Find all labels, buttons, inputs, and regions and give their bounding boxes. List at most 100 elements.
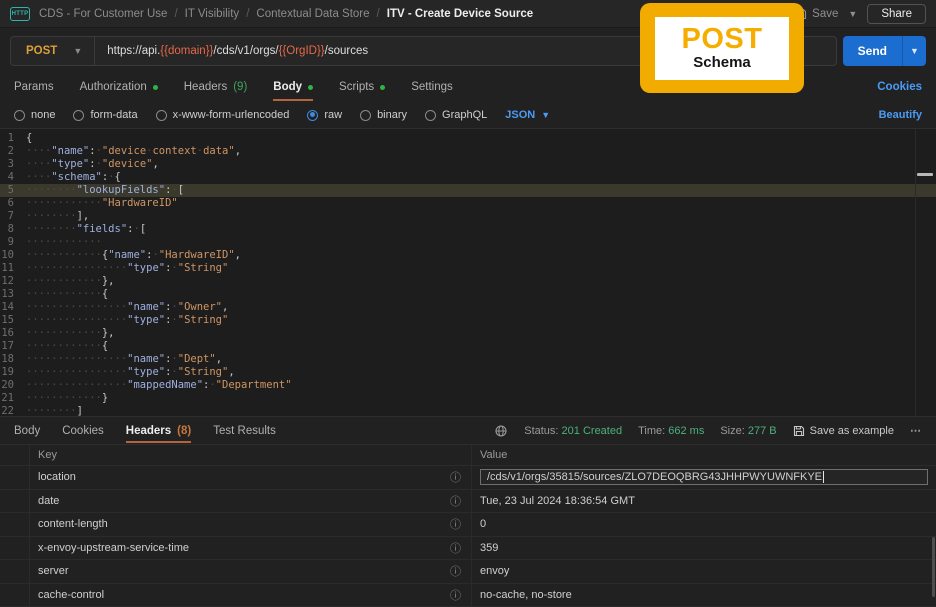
header-key-label: date [38, 494, 60, 507]
header-key-cell[interactable]: x-envoy-upstream-service-time ⓘ [30, 536, 472, 559]
editor-scrollbar-marker[interactable] [917, 173, 933, 176]
code-line[interactable]: 4 ····"schema":·{ [0, 171, 936, 184]
green-dot-icon [308, 84, 314, 90]
code-line[interactable]: 7 ········], [0, 210, 936, 223]
code-line[interactable]: 3 ····"type":·"device", [0, 158, 936, 171]
url-input[interactable]: https://api.{{domain}}/cds/v1/orgs/{{Org… [95, 45, 380, 57]
line-number: 3 [7, 158, 14, 170]
body-mode-x-www-form-urlencoded[interactable]: x-www-form-urlencoded [155, 109, 289, 121]
header-value-cell[interactable]: /cds/v1/orgs/35815/sources/ZLO7DEOQBRG43… [472, 466, 936, 489]
header-value-cell[interactable]: 0 [472, 513, 936, 536]
response-tab-test-results[interactable]: Test Results [213, 417, 276, 444]
body-mode-none[interactable]: none [14, 109, 55, 121]
table-gutter [0, 513, 30, 536]
code-line[interactable]: 11 ················"type":·"String" [0, 262, 936, 275]
response-tab-headers[interactable]: Headers (8) [125, 417, 192, 444]
header-key-cell[interactable]: location ⓘ [30, 466, 472, 489]
header-value-editbox[interactable]: /cds/v1/orgs/35815/sources/ZLO7DEOQBRG43… [480, 469, 928, 486]
header-key-cell[interactable]: server ⓘ [30, 560, 472, 583]
body-mode-graphql[interactable]: GraphQL [425, 109, 487, 121]
tab-label: Authorization [79, 81, 147, 93]
method-dropdown[interactable]: POST ▼ [11, 37, 94, 65]
network-icon[interactable] [494, 424, 508, 438]
info-icon[interactable]: ⓘ [450, 540, 461, 556]
info-icon[interactable]: ⓘ [450, 516, 461, 532]
header-key-cell[interactable]: cache-control ⓘ [30, 583, 472, 606]
breadcrumb-separator: / [174, 7, 178, 20]
code-line[interactable]: 2 ····"name":·"device·context·data", [0, 145, 936, 158]
breadcrumb-item-itv-create-device-source[interactable]: ITV - Create Device Source [387, 8, 533, 20]
info-icon[interactable]: ⓘ [450, 469, 461, 485]
response-tab-body[interactable]: Body [14, 417, 40, 444]
code-line[interactable]: 12 ············}, [0, 275, 936, 288]
share-button[interactable]: Share [867, 3, 926, 24]
editor-scrollbar-track [915, 129, 916, 416]
table-gutter [0, 489, 30, 512]
code-line[interactable]: 15 ················"type":·"String" [0, 314, 936, 327]
header-value-cell[interactable]: Tue, 23 Jul 2024 18:36:54 GMT [472, 490, 936, 513]
code-line[interactable]: 18 ················"name":·"Dept", [0, 353, 936, 366]
code-line[interactable]: 16 ············}, [0, 327, 936, 340]
response-tab-cookies[interactable]: Cookies [62, 417, 104, 444]
code-line[interactable]: 21 ············} [0, 392, 936, 405]
mode-label: none [31, 109, 56, 121]
body-mode-binary[interactable]: binary [360, 109, 407, 121]
code-line[interactable]: 22 ········] [0, 405, 936, 416]
info-icon[interactable]: ⓘ [450, 563, 461, 579]
save-as-example-button[interactable]: Save as example [793, 425, 894, 437]
code-line[interactable]: 17 ············{ [0, 340, 936, 353]
http-request-icon: HTTP [10, 6, 30, 21]
status-metric: Status: 201 Created [524, 424, 623, 437]
header-value-cell[interactable]: no-cache, no-store [472, 584, 936, 607]
line-number: 5 [7, 184, 14, 196]
code-line[interactable]: 14 ················"name":·"Owner", [0, 301, 936, 314]
header-value-cell[interactable]: envoy [472, 560, 936, 583]
cookies-link[interactable]: Cookies [877, 81, 922, 93]
response-meta: Status: 201 Created Time: 662 ms Size: 2… [494, 424, 922, 438]
time-metric: Time: 662 ms [638, 424, 705, 437]
header-value-cell[interactable]: 359 [472, 537, 936, 560]
table-row-cache-control: cache-control ⓘ no-cache, no-store [0, 583, 936, 607]
code-line[interactable]: 9 ············ [0, 236, 936, 249]
table-gutter [0, 536, 30, 559]
code-line[interactable]: 6 ············"HardwareID" [0, 197, 936, 210]
tab-settings[interactable]: Settings [411, 72, 453, 102]
table-row-x-envoy-upstream-service-time: x-envoy-upstream-service-time ⓘ 359 [0, 536, 936, 560]
size-metric: Size: 277 B [720, 424, 777, 437]
breadcrumb-item-contextual-data-store[interactable]: Contextual Data Store [256, 8, 369, 20]
code-line[interactable]: 5 ········"lookupFields":·[ [0, 184, 936, 197]
send-button[interactable]: Send [842, 36, 902, 66]
tab-headers[interactable]: Headers (9) [184, 72, 248, 102]
tab-label: Body [14, 424, 41, 437]
code-line[interactable]: 10 ············{"name":·"HardwareID", [0, 249, 936, 262]
url-variable: {{OrgID}} [278, 45, 325, 57]
response-bar: Body Cookies Headers (8) Test Results Status… [0, 417, 936, 444]
request-body-editor[interactable]: 1{2 ····"name":·"device·context·data", 3 ··… [0, 128, 936, 417]
info-icon[interactable]: ⓘ [450, 493, 461, 509]
body-mode-form-data[interactable]: form-data [73, 109, 138, 121]
code-line[interactable]: 20 ················"mappedName":·"Departm… [0, 379, 936, 392]
code-line[interactable]: 19 ················"type":·"String", [0, 366, 936, 379]
tab-body[interactable]: Body [273, 72, 314, 102]
info-icon[interactable]: ⓘ [450, 587, 461, 603]
breadcrumb-item-cds-for-customer-use[interactable]: CDS - For Customer Use [39, 8, 167, 20]
code-line[interactable]: 13 ············{ [0, 288, 936, 301]
language-selector[interactable]: JSON ▼ [505, 109, 550, 121]
more-options-icon[interactable]: ⋯ [910, 424, 922, 437]
header-key-cell[interactable]: content-length ⓘ [30, 513, 472, 536]
callout-subtitle: Schema [693, 54, 751, 71]
topbar-actions: Save ▼ Share [795, 3, 926, 24]
tab-authorization[interactable]: Authorization [80, 72, 158, 102]
save-dropdown-chevron-icon[interactable]: ▼ [848, 9, 857, 19]
code-line[interactable]: 8 ········"fields":·[ [0, 223, 936, 236]
breadcrumb-item-it-visibility[interactable]: IT Visibility [185, 8, 240, 20]
code-line[interactable]: 1{ [0, 132, 936, 145]
radio-icon [14, 109, 25, 121]
line-number: 11 [1, 262, 14, 274]
send-options-chevron-icon[interactable]: ▼ [902, 36, 926, 66]
header-key-cell[interactable]: date ⓘ [30, 489, 472, 512]
body-mode-raw[interactable]: raw [307, 109, 342, 121]
beautify-link[interactable]: Beautify [879, 109, 922, 121]
tab-scripts[interactable]: Scripts [339, 72, 386, 102]
tab-params[interactable]: Params [14, 72, 54, 102]
